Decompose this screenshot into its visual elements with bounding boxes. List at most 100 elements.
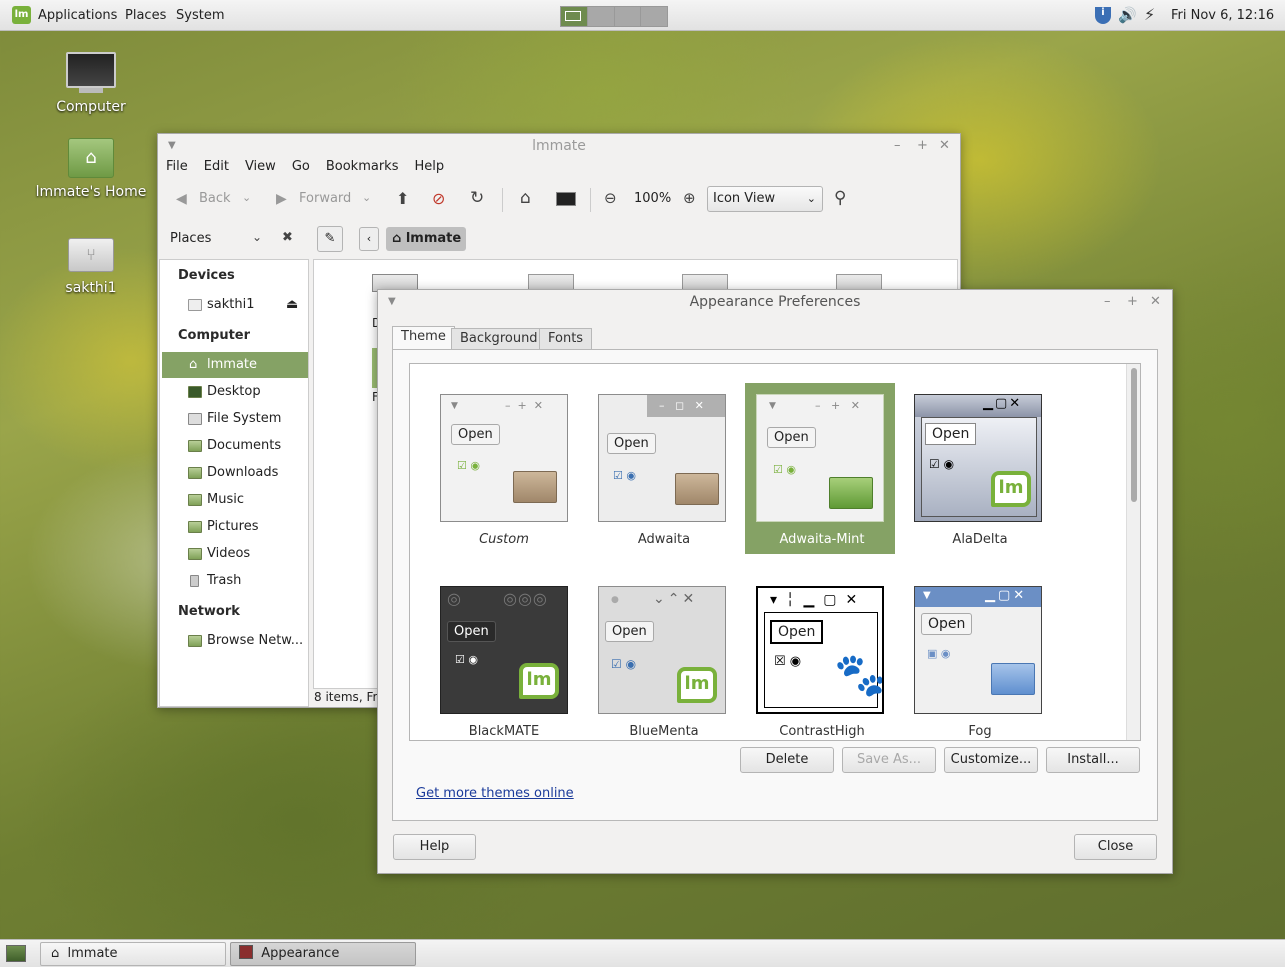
workspace-switcher[interactable] (560, 6, 668, 27)
applications-menu[interactable]: Applications (38, 8, 117, 23)
theme-preview-blackmate[interactable]: ◎ ◎◎◎ Open ☑ ◉ lm (440, 586, 568, 714)
scrollbar-thumb[interactable] (1131, 368, 1137, 502)
preview-open-button: Open (767, 427, 816, 448)
system-menu[interactable]: System (176, 8, 224, 23)
usb-drive-icon: ⑂ (68, 238, 114, 272)
sidebar-item-documents[interactable]: Documents (162, 433, 308, 459)
eject-icon[interactable]: ⏏ (286, 292, 298, 318)
forward-button[interactable]: Forward (299, 191, 351, 206)
maximize-icon[interactable]: + (1127, 294, 1138, 309)
view-mode-select[interactable]: Icon View ⌄ (707, 186, 823, 212)
workspace-4[interactable] (641, 7, 667, 26)
theme-preview-adwaita-mint[interactable]: ▼ – + ✕ Open ☑ ◉ (756, 394, 884, 522)
computer-heading: Computer (178, 328, 251, 343)
status-bar: 8 items, Fr (314, 690, 378, 704)
zoom-out-icon[interactable]: ⊖ (604, 189, 617, 207)
back-button[interactable]: Back (199, 191, 231, 206)
gnome-foot-icon: 🐾 (834, 650, 884, 699)
sidebar-item-filesystem[interactable]: File System (162, 406, 308, 432)
folder-icon (829, 477, 873, 509)
close-sidebar-icon[interactable]: ✖ (282, 230, 293, 245)
taskbar-item-lmmate[interactable]: ⌂ lmmate (40, 942, 226, 966)
menu-help[interactable]: Help (414, 159, 444, 174)
path-back-button[interactable]: ‹ (359, 227, 379, 251)
sidebar-item-music[interactable]: Music (162, 487, 308, 513)
up-arrow-icon[interactable]: ⬆ (396, 189, 409, 208)
chevron-down-icon[interactable]: ⌄ (252, 230, 262, 244)
help-button[interactable]: Help (393, 834, 476, 860)
sidebar-item-browse-network[interactable]: Browse Netw... (162, 628, 308, 654)
desktop-icon-computer[interactable]: Computer (40, 52, 142, 115)
mint-menu-icon[interactable]: lm (12, 6, 31, 24)
window-controls-icon: – + ✕ (815, 399, 860, 412)
tab-fonts[interactable]: Fonts (539, 328, 593, 350)
volume-icon[interactable]: 🔊 (1118, 6, 1137, 24)
sidebar-item-lmmate[interactable]: ⌂ lmmate (162, 352, 308, 378)
sidebar-item-pictures[interactable]: Pictures (162, 514, 308, 540)
install-button[interactable]: Install... (1046, 747, 1140, 773)
network-icon[interactable]: ⚡ (1144, 5, 1155, 24)
chevron-down-icon[interactable]: ⌄ (362, 191, 371, 204)
desktop-icon-home[interactable]: ⌂ lmmate's Home (30, 138, 152, 200)
sidebar-item-trash[interactable]: Trash (162, 568, 308, 594)
reload-icon[interactable]: ↻ (470, 188, 484, 208)
desktop-icon-usb[interactable]: ⑂ sakthi1 (40, 238, 142, 296)
menu-bookmarks[interactable]: Bookmarks (326, 159, 399, 174)
close-button[interactable]: Close (1074, 834, 1157, 860)
close-icon[interactable]: ✕ (1150, 294, 1161, 309)
clock[interactable]: Fri Nov 6, 12:16 (1171, 8, 1274, 23)
folder-icon (188, 521, 202, 533)
window-controls-icon: ▾╎▁▢✕ (770, 592, 867, 608)
devices-heading: Devices (178, 268, 235, 283)
search-icon[interactable]: ⚲ (834, 188, 846, 208)
workspace-1[interactable] (561, 7, 588, 26)
theme-preview-contrasthigh[interactable]: ▾╎▁▢✕ Open ☒ ◉ 🐾 (756, 586, 884, 714)
show-desktop-icon[interactable] (6, 945, 26, 962)
preview-open-button: Open (607, 433, 656, 454)
taskbar-item-appearance[interactable]: Appearance Preferences (230, 942, 416, 966)
tab-theme[interactable]: Theme (392, 326, 455, 350)
menu-go[interactable]: Go (292, 159, 310, 174)
workspace-3[interactable] (614, 7, 642, 26)
minimize-icon[interactable]: – (1104, 294, 1111, 309)
workspace-2[interactable] (587, 7, 615, 26)
maximize-icon[interactable]: + (917, 138, 928, 153)
theme-preview-fog[interactable]: ▼ ▁▢✕ Open ▣ ◉ (914, 586, 1042, 714)
save-as-button[interactable]: Save As... (842, 747, 936, 773)
zoom-in-icon[interactable]: ⊕ (683, 189, 696, 207)
window-menu-icon: ▼ (451, 401, 458, 411)
computer-icon[interactable] (556, 192, 576, 206)
menu-edit[interactable]: Edit (204, 159, 229, 174)
theme-preview-aladelta[interactable]: ▁▢✕ Open ☑ ◉ lm (914, 394, 1042, 522)
edit-location-button[interactable]: ✎ (317, 226, 343, 252)
appearance-icon (239, 945, 253, 959)
delete-button[interactable]: Delete (740, 747, 834, 773)
sidebar: Devices sakthi1 ⏏ Computer ⌂ lmmate Deskto… (159, 259, 309, 707)
scrollbar[interactable] (1126, 364, 1140, 740)
mint-logo-icon: lm (519, 663, 559, 699)
theme-preview-adwaita[interactable]: – ◻ ✕ Open ☑ ◉ (598, 394, 726, 522)
customize-button[interactable]: Customize... (944, 747, 1038, 773)
menu-file[interactable]: File (166, 159, 188, 174)
path-segment-home[interactable]: ⌂ lmmate (386, 227, 466, 251)
stop-icon[interactable]: ⊘ (432, 189, 445, 208)
view-mode-value: Icon View (713, 191, 776, 206)
tab-background[interactable]: Background (451, 328, 547, 350)
chevron-down-icon[interactable]: ⌄ (242, 191, 251, 204)
menu-view[interactable]: View (245, 159, 276, 174)
close-icon[interactable]: ✕ (939, 138, 950, 153)
home-icon: ⌂ (189, 357, 198, 372)
theme-preview-bluementa[interactable]: ● ⌄⌃✕ Open ☑ ◉ lm (598, 586, 726, 714)
theme-preview-custom[interactable]: ▼ – + ✕ Open ☑ ◉ (440, 394, 568, 522)
shield-icon[interactable]: i (1095, 7, 1111, 24)
sidebar-item-downloads[interactable]: Downloads (162, 460, 308, 486)
minimize-icon[interactable]: – (894, 138, 901, 153)
preview-open-button: Open (770, 620, 824, 644)
window-controls-icon: ▁▢✕ (983, 396, 1023, 411)
more-themes-link[interactable]: Get more themes online (416, 786, 574, 801)
home-icon[interactable]: ⌂ (520, 188, 531, 208)
places-menu[interactable]: Places (125, 8, 166, 23)
sidebar-item-desktop[interactable]: Desktop (162, 379, 308, 405)
sidebar-item-videos[interactable]: Videos (162, 541, 308, 567)
sidebar-item-sakthi1[interactable]: sakthi1 ⏏ (162, 292, 308, 318)
